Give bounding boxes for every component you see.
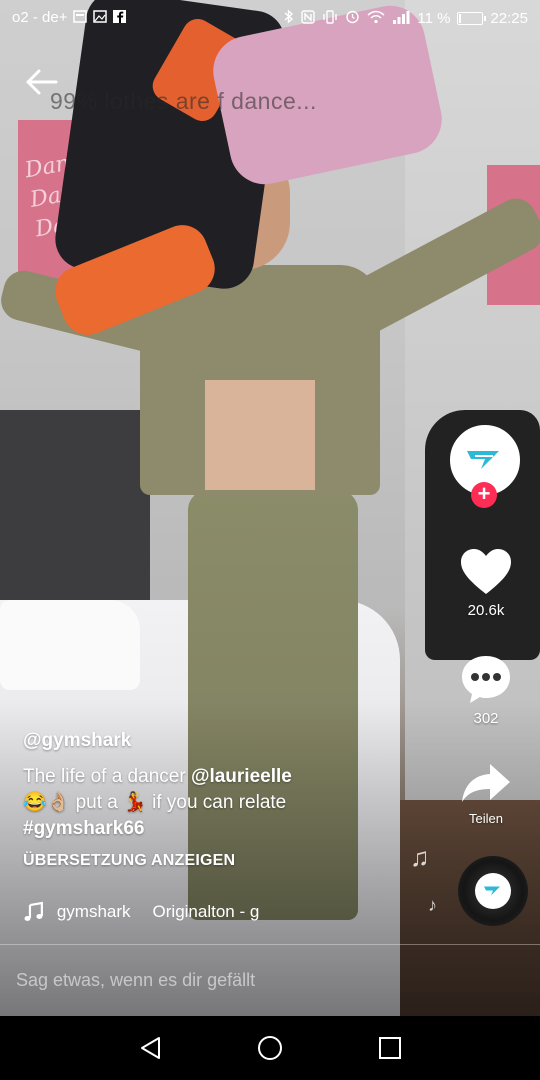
comment-count: 302 — [473, 710, 499, 727]
sim-card-icon — [73, 9, 88, 26]
description-text-2: put a — [70, 792, 124, 813]
sound-name: Originalton - g — [152, 902, 260, 921]
description-text: The life of a dancer — [23, 766, 191, 787]
sound-author: gymshark — [56, 902, 131, 921]
nfc-icon — [301, 9, 316, 28]
comment-button[interactable]: 302 — [446, 653, 526, 727]
nav-home-button[interactable] — [256, 1034, 284, 1062]
arrow-left-icon — [26, 69, 58, 95]
dancer-midriff — [205, 380, 315, 490]
emoji-dancer: 💃 — [123, 792, 147, 813]
gymshark-logo-icon — [467, 451, 499, 469]
alarm-icon — [345, 9, 360, 28]
emoji-laugh-ok: 😂👌🏼 — [23, 792, 71, 813]
clock: 22:25 — [490, 10, 528, 27]
video-overlay-caption: 99% lothes are f dance... — [50, 88, 317, 114]
post-description: The life of a dancer @laurieelle 😂👌🏼 put… — [23, 764, 423, 842]
circle-home-icon — [258, 1036, 282, 1060]
system-nav-bar — [0, 1016, 540, 1080]
sound-link[interactable]: gymshark Originalton - g — [23, 900, 323, 924]
like-button[interactable]: 20.6k — [446, 547, 526, 619]
gymshark-logo-small-icon — [484, 886, 500, 896]
like-count: 20.6k — [467, 602, 505, 619]
nav-recents-button[interactable] — [376, 1034, 404, 1062]
battery-icon — [457, 12, 487, 25]
floating-music-note-small-icon: ♪ — [428, 895, 437, 915]
back-button[interactable] — [22, 62, 62, 102]
share-arrow-icon — [462, 764, 510, 802]
mention-link[interactable]: @laurieelle — [191, 766, 292, 787]
show-translation-button[interactable]: ÜBERSETZUNG ANZEIGEN — [23, 852, 423, 870]
wifi-icon — [367, 10, 385, 28]
author-username[interactable]: @gymshark — [23, 730, 423, 752]
heart-icon — [461, 549, 511, 594]
follow-button[interactable]: + — [471, 482, 497, 508]
status-bar: o2 - de+ 11 % 22:25 — [0, 0, 540, 36]
nav-back-button[interactable] — [137, 1034, 165, 1062]
floating-music-note-icon: ♫ — [410, 842, 430, 872]
pillow — [0, 600, 140, 690]
post-info: @gymshark The life of a dancer @laurieel… — [23, 730, 423, 870]
sound-disc-avatar — [475, 873, 511, 909]
sound-disc-button[interactable] — [458, 856, 528, 926]
headboard — [0, 410, 150, 610]
bluetooth-icon — [284, 9, 294, 28]
square-recents-icon — [379, 1037, 401, 1059]
share-button[interactable]: Teilen — [446, 760, 526, 826]
battery-percent: 11 % — [417, 10, 451, 27]
music-note-icon — [24, 901, 43, 921]
share-label: Teilen — [469, 811, 503, 826]
vibrate-icon — [322, 9, 338, 28]
hashtag-link[interactable]: #gymshark66 — [23, 818, 144, 839]
comment-icon — [462, 656, 510, 703]
signal-icon — [392, 10, 410, 28]
facebook-icon — [113, 9, 127, 26]
description-text-3: if you can relate — [146, 792, 287, 813]
carrier-name: o2 - de+ — [12, 9, 68, 26]
triangle-back-icon — [141, 1037, 160, 1059]
comment-placeholder: Sag etwas, wenn es dir gefällt — [16, 970, 256, 990]
image-icon — [93, 9, 108, 26]
